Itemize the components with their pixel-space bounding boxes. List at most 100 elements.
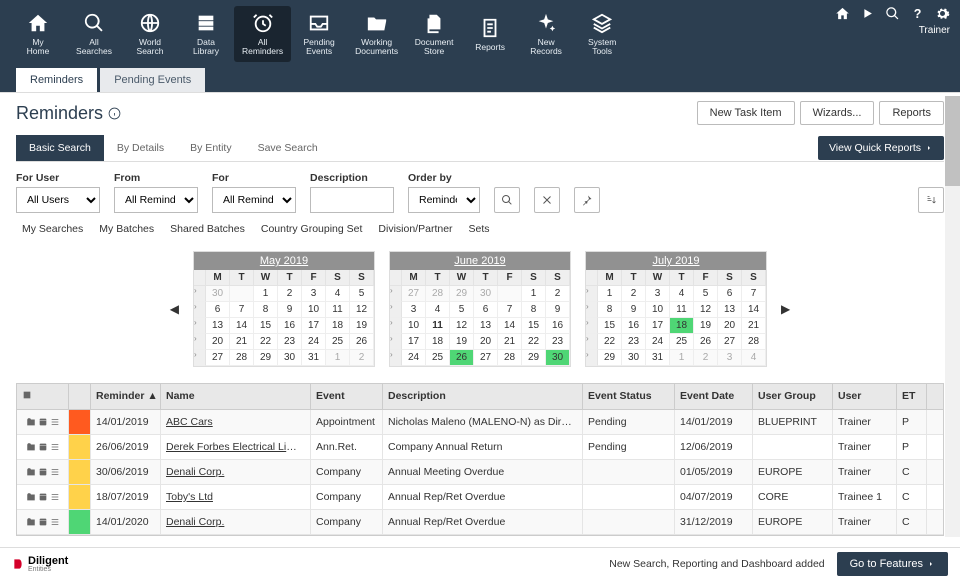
view-quick-reports-button[interactable]: View Quick Reports — [818, 136, 944, 160]
search-tab-entity[interactable]: By Entity — [177, 135, 244, 161]
link-shared-batches[interactable]: Shared Batches — [170, 223, 245, 235]
info-icon[interactable] — [108, 107, 121, 120]
footer-message: New Search, Reporting and Dashboard adde… — [609, 558, 824, 570]
wizards-button[interactable]: Wizards... — [800, 101, 875, 125]
nav-working-documents[interactable]: Working Documents — [347, 6, 406, 62]
grid-header: Reminder ▲ Name Event Description Event … — [17, 384, 943, 410]
inbox-icon — [308, 12, 330, 34]
filter-desc-label: Description — [310, 172, 394, 184]
go-to-features-button[interactable]: Go to Features — [837, 552, 948, 576]
pin-button[interactable] — [574, 187, 600, 213]
col-et[interactable]: ET — [897, 384, 927, 409]
col-group[interactable]: User Group — [753, 384, 833, 409]
nav-pending-events[interactable]: Pending Events — [291, 6, 347, 62]
files-icon — [423, 12, 445, 34]
nav-new-records[interactable]: New Records — [518, 6, 574, 62]
gear-icon[interactable] — [935, 6, 950, 21]
nav-reports[interactable]: Reports — [462, 6, 518, 62]
page-tabs: Reminders Pending Events — [0, 68, 960, 92]
col-user[interactable]: User — [833, 384, 897, 409]
chevron-right-icon — [925, 144, 933, 152]
topbar-right: ? Trainer — [835, 6, 950, 62]
row-actions[interactable] — [17, 460, 69, 484]
play-icon[interactable] — [860, 6, 875, 21]
col-date[interactable]: Event Date — [675, 384, 753, 409]
link-sets[interactable]: Sets — [469, 223, 490, 235]
table-row[interactable]: 14/01/2019 ABC Cars Appointment Nicholas… — [17, 410, 943, 435]
nav-all-searches[interactable]: All Searches — [66, 6, 122, 62]
col-event[interactable]: Event — [311, 384, 383, 409]
sort-button[interactable] — [918, 187, 944, 213]
filter-for-user[interactable]: All Users — [16, 187, 100, 213]
row-actions[interactable] — [17, 410, 69, 434]
col-reminder[interactable]: Reminder ▲ — [91, 384, 161, 409]
filter-description[interactable] — [310, 187, 394, 213]
footer-sub: Entities — [28, 566, 68, 573]
nav-data-library[interactable]: Data Library — [178, 6, 234, 62]
filter-orderby[interactable]: Reminder — [408, 187, 480, 213]
table-row[interactable]: 14/01/2020 Denali Corp. Company Annual R… — [17, 510, 943, 535]
search-tab-details[interactable]: By Details — [104, 135, 177, 161]
calendar-july: July 2019MTWTFSS›1234567›891011121314›15… — [585, 251, 767, 367]
filter-from[interactable]: All Remind... — [114, 187, 198, 213]
row-actions[interactable] — [17, 435, 69, 459]
new-task-button[interactable]: New Task Item — [697, 101, 795, 125]
table-row[interactable]: 30/06/2019 Denali Corp. Company Annual M… — [17, 460, 943, 485]
search-tab-basic[interactable]: Basic Search — [16, 135, 104, 161]
filter-orderby-label: Order by — [408, 172, 480, 184]
table-row[interactable]: 26/06/2019 Derek Forbes Electrical Limit… — [17, 435, 943, 460]
topbar: My Home All Searches World Search Data L… — [0, 0, 960, 68]
filter-for-label: For — [212, 172, 296, 184]
search-icon — [83, 12, 105, 34]
nav-all-reminders[interactable]: All Reminders — [234, 6, 291, 62]
search-small-icon[interactable] — [885, 6, 900, 21]
drawer-icon — [195, 12, 217, 34]
cal-next[interactable]: ▶ — [781, 302, 790, 316]
filter-for-user-label: For User — [16, 172, 100, 184]
nav-world-search[interactable]: World Search — [122, 6, 178, 62]
scrollbar[interactable] — [945, 96, 960, 537]
row-actions[interactable] — [17, 485, 69, 509]
page-title: Reminders — [16, 103, 121, 124]
table-row[interactable]: 18/07/2019 Toby's Ltd Company Annual Rep… — [17, 485, 943, 510]
run-search-button[interactable] — [494, 187, 520, 213]
chevron-right-icon — [927, 560, 935, 568]
reports-button[interactable]: Reports — [879, 101, 944, 125]
link-country-grouping[interactable]: Country Grouping Set — [261, 223, 363, 235]
reminders-grid: Reminder ▲ Name Event Description Event … — [16, 383, 944, 536]
col-icons[interactable] — [17, 384, 69, 409]
alarm-icon — [252, 12, 274, 34]
tab-pending-events[interactable]: Pending Events — [100, 68, 205, 92]
search-tabs: Basic Search By Details By Entity Save S… — [16, 135, 944, 162]
help-icon[interactable]: ? — [910, 6, 925, 21]
globe-icon — [139, 12, 161, 34]
home-small-icon[interactable] — [835, 6, 850, 21]
sparkle-icon — [535, 12, 557, 34]
cal-prev[interactable]: ◀ — [170, 302, 179, 316]
link-my-searches[interactable]: My Searches — [22, 223, 83, 235]
filter-for[interactable]: All Remind... — [212, 187, 296, 213]
svg-text:?: ? — [914, 7, 922, 21]
x-icon — [541, 194, 553, 206]
link-my-batches[interactable]: My Batches — [99, 223, 154, 235]
col-color — [69, 384, 91, 409]
search-tab-save[interactable]: Save Search — [245, 135, 331, 161]
col-status[interactable]: Event Status — [583, 384, 675, 409]
col-name[interactable]: Name — [161, 384, 311, 409]
clear-search-button[interactable] — [534, 187, 560, 213]
grid-body: 14/01/2019 ABC Cars Appointment Nicholas… — [17, 410, 943, 535]
col-description[interactable]: Description — [383, 384, 583, 409]
footer-brand: Diligent — [28, 555, 68, 567]
report-icon — [479, 17, 501, 39]
layers-icon — [591, 12, 613, 34]
row-actions[interactable] — [17, 510, 69, 534]
folder-open-icon — [366, 12, 388, 34]
nav-my-home[interactable]: My Home — [10, 6, 66, 62]
sort-az-icon — [925, 194, 937, 206]
link-division[interactable]: Division/Partner — [378, 223, 452, 235]
nav-document-store[interactable]: Document Store — [406, 6, 462, 62]
nav-system-tools[interactable]: System Tools — [574, 6, 630, 62]
search-icon — [501, 194, 513, 206]
nav-items: My Home All Searches World Search Data L… — [10, 6, 630, 62]
tab-reminders[interactable]: Reminders — [16, 68, 97, 92]
